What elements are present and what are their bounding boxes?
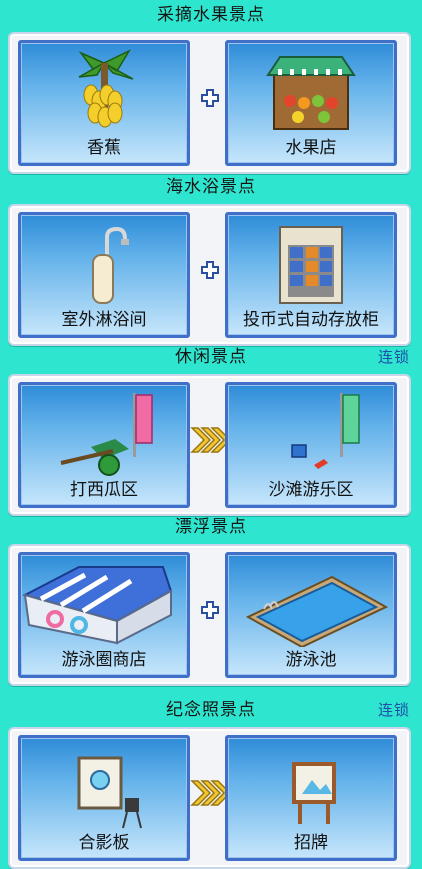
fruit-stand-icon (228, 43, 394, 135)
facility-card-banana[interactable]: 香蕉 (18, 40, 190, 166)
facility-label-photo-board: 合影板 (78, 833, 130, 853)
outdoor-shower-icon (21, 215, 187, 307)
facility-label-swim-ring-shop: 游泳圈商店 (61, 650, 147, 670)
facility-card-outdoor-shower[interactable]: 室外淋浴间 (18, 212, 190, 338)
facility-label-beach-play-area: 沙滩游乐区 (268, 480, 354, 500)
plus-icon (200, 88, 220, 108)
beach-play-area-icon (228, 385, 394, 477)
coin-locker-icon (228, 215, 394, 307)
combo-panel-fruit-picking: 香蕉 水果店 (8, 32, 411, 174)
facility-card-watermelon-smash[interactable]: 打西瓜区 (18, 382, 190, 508)
facility-card-coin-locker[interactable]: 投币式自动存放柜 (225, 212, 397, 338)
banana-tree-icon (21, 43, 187, 135)
facility-label-outdoor-shower: 室外淋浴间 (61, 310, 147, 330)
section-title-leisure: 休闲景点 (175, 347, 247, 367)
facility-label-fruit-shop: 水果店 (285, 138, 337, 158)
facility-label-banana: 香蕉 (87, 138, 121, 158)
swim-ring-shop-icon (21, 555, 187, 647)
facility-card-photo-board[interactable]: 合影板 (18, 735, 190, 861)
facility-label-watermelon-smash: 打西瓜区 (70, 480, 138, 500)
photo-board-icon (21, 738, 187, 830)
combo-panel-floating: 游泳圈商店 游泳池 (8, 544, 411, 686)
facility-label-coin-locker: 投币式自动存放柜 (243, 310, 379, 330)
section-title-sea-bathing: 海水浴景点 (166, 177, 256, 197)
combo-panel-leisure: 打西瓜区 沙滩游乐区 (8, 374, 411, 516)
combo-panel-memorial-photo: 合影板 招牌 (8, 727, 411, 869)
section-title-memorial-photo: 纪念照景点 (166, 700, 256, 720)
watermelon-smash-icon (21, 385, 187, 477)
facility-card-beach-play-area[interactable]: 沙滩游乐区 (225, 382, 397, 508)
chain-link[interactable]: 连锁 (378, 697, 410, 723)
section-title-fruit-picking: 采摘水果景点 (157, 5, 265, 25)
section-title-floating: 漂浮景点 (175, 517, 247, 537)
chain-link[interactable]: 连锁 (378, 344, 410, 370)
facility-card-signboard[interactable]: 招牌 (225, 735, 397, 861)
signboard-icon (228, 738, 394, 830)
combo-panel-sea-bathing: 室外淋浴间 投币式自动存放柜 (8, 204, 411, 346)
facility-card-swimming-pool[interactable]: 游泳池 (225, 552, 397, 678)
facility-label-swimming-pool: 游泳池 (285, 650, 337, 670)
facility-card-swim-ring-shop[interactable]: 游泳圈商店 (18, 552, 190, 678)
facility-label-signboard: 招牌 (294, 833, 328, 853)
facility-card-fruit-shop[interactable]: 水果店 (225, 40, 397, 166)
plus-icon (200, 260, 220, 280)
plus-icon (200, 600, 220, 620)
swimming-pool-icon (228, 555, 394, 647)
